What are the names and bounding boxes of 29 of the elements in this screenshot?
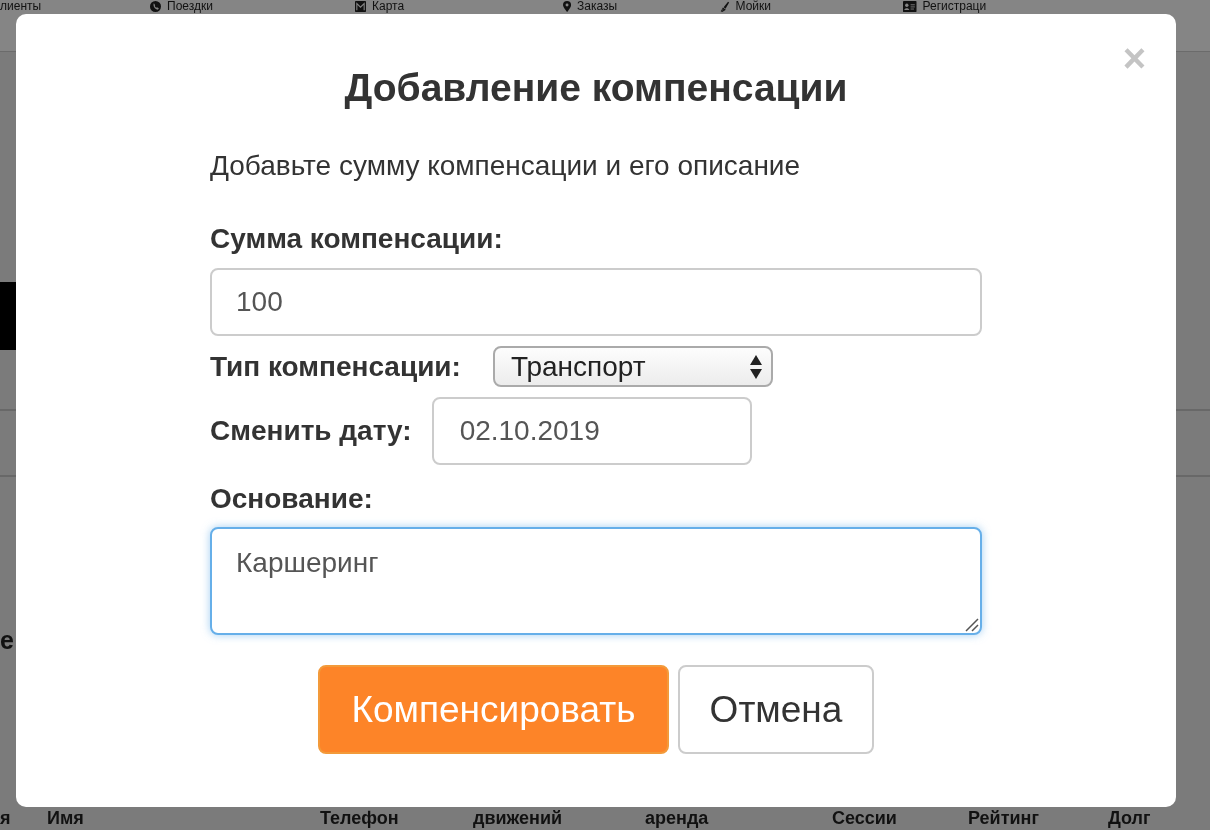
- column-header: Долг: [1108, 808, 1151, 829]
- column-header: движений: [473, 808, 563, 829]
- column-header: Телефон: [320, 808, 399, 829]
- nav-link[interactable]: Поездки: [150, 0, 213, 13]
- field-label: Сумма компенсации:: [210, 224, 503, 254]
- resize-grip-icon: [965, 618, 979, 632]
- column-header: аренда: [645, 808, 709, 829]
- cancel-button[interactable]: Отмена: [678, 665, 874, 754]
- column-header: Сессии: [832, 808, 897, 829]
- column-header: Рейтинг: [968, 808, 1039, 829]
- up-down-arrows-icon: [749, 353, 762, 380]
- column-header: я: [0, 808, 11, 829]
- nav-link[interactable]: Заказы: [563, 0, 618, 13]
- reason-field[interactable]: Каршеринг: [210, 527, 982, 635]
- nav-link[interactable]: лиенты: [0, 0, 42, 13]
- heading-fragment: е: [0, 625, 14, 656]
- dialog-description: Добавьте сумму компенсации и его описание: [210, 151, 802, 181]
- field-label: Сменить дату:: [210, 416, 412, 446]
- date-field[interactable]: 02.10.2019: [431, 397, 752, 465]
- dialog-title: Добавление компенсации: [343, 68, 849, 108]
- field-label: Основание:: [210, 484, 373, 514]
- nav-link[interactable]: Мойки: [720, 0, 771, 13]
- field-label: Тип компенсации:: [210, 351, 461, 382]
- column-header: Имя: [47, 808, 84, 829]
- type-select[interactable]: Транспорт: [492, 346, 773, 387]
- amount-field[interactable]: 100: [210, 268, 982, 336]
- nav-link[interactable]: Карта: [355, 0, 405, 13]
- nav-link[interactable]: Регистраци: [903, 0, 987, 13]
- dark-panel: [0, 282, 16, 350]
